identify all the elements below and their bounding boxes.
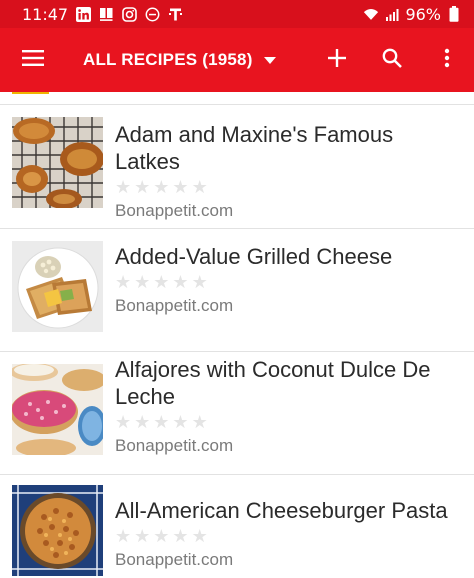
star-icon: ★ <box>153 526 170 547</box>
menu-button[interactable] <box>0 28 66 92</box>
star-icon: ★ <box>191 177 208 198</box>
recipe-thumbnail <box>12 485 103 576</box>
news-icon <box>98 6 114 22</box>
search-icon <box>382 48 402 73</box>
dnd-icon <box>144 6 160 22</box>
more-options-button[interactable] <box>419 28 474 92</box>
app-title: ALL RECIPES (1958) <box>83 50 253 69</box>
star-icon: ★ <box>115 526 132 547</box>
star-icon: ★ <box>172 177 189 198</box>
recipe-thumbnail <box>12 92 49 94</box>
signal-icon <box>384 6 400 22</box>
add-recipe-button[interactable] <box>309 28 364 92</box>
recipe-thumbnail <box>12 117 103 208</box>
instagram-icon <box>121 6 137 22</box>
battery-percent: 96% <box>405 4 441 24</box>
list-item-partial[interactable] <box>0 92 474 105</box>
recipe-source: Bonappetit.com <box>115 436 234 455</box>
add-icon <box>327 48 346 72</box>
star-icon: ★ <box>134 526 151 547</box>
recipe-title: Adam and Maxine's Famous Latkes <box>115 122 394 174</box>
star-icon: ★ <box>134 177 151 198</box>
recipe-source: Bonappetit.com <box>115 201 234 220</box>
star-icon: ★ <box>115 412 132 433</box>
linkedin-icon <box>75 6 91 22</box>
star-icon: ★ <box>191 526 208 547</box>
category-dropdown[interactable]: ALL RECIPES (1958) <box>66 50 276 70</box>
tmobile-icon <box>167 6 183 22</box>
star-icon: ★ <box>134 272 151 293</box>
dropdown-arrow-icon <box>263 56 276 64</box>
recipe-source: Bonappetit.com <box>115 296 234 315</box>
recipe-title: Added-Value Grilled Cheese <box>115 244 393 269</box>
rating-stars[interactable]: ★ ★ ★ ★ ★ <box>115 413 462 433</box>
recipe-title: All-American Cheeseburger Pasta <box>115 498 448 523</box>
star-icon: ★ <box>172 272 189 293</box>
star-icon: ★ <box>115 177 132 198</box>
recipe-item[interactable]: Alfajores with Coconut Dulce De Leche ★ ★… <box>0 352 474 475</box>
rating-stars[interactable]: ★ ★ ★ ★ ★ <box>115 273 462 293</box>
rating-stars[interactable]: ★ ★ ★ ★ ★ <box>115 527 462 547</box>
star-icon: ★ <box>153 177 170 198</box>
recipe-item[interactable]: Adam and Maxine's Famous Latkes ★ ★ ★ ★ ★ Bo… <box>0 105 474 229</box>
rating-stars[interactable]: ★ ★ ★ ★ ★ <box>115 178 462 198</box>
star-icon: ★ <box>191 272 208 293</box>
star-icon: ★ <box>172 526 189 547</box>
app-bar: ALL RECIPES (1958) <box>0 28 474 92</box>
recipe-source: Bonappetit.com <box>115 550 234 569</box>
hamburger-menu-icon <box>22 49 44 71</box>
star-icon: ★ <box>153 272 170 293</box>
star-icon: ★ <box>134 412 151 433</box>
star-icon: ★ <box>191 412 208 433</box>
more-vert-icon <box>444 48 450 73</box>
recipe-item[interactable]: Added-Value Grilled Cheese ★ ★ ★ ★ ★ Bonappe… <box>0 229 474 352</box>
recipe-thumbnail <box>12 241 103 332</box>
star-icon: ★ <box>115 272 132 293</box>
recipe-title: Alfajores with Coconut Dulce De Leche <box>115 357 431 409</box>
wifi-icon <box>363 6 379 22</box>
recipe-item[interactable]: All-American Cheeseburger Pasta ★ ★ ★ ★ ★ Bo… <box>0 475 474 578</box>
status-time: 11:47 <box>22 4 69 24</box>
recipe-list[interactable]: Adam and Maxine's Famous Latkes ★ ★ ★ ★ ★ Bo… <box>0 92 474 578</box>
status-bar: 11:47 96% <box>0 0 474 28</box>
search-button[interactable] <box>364 28 419 92</box>
recipe-thumbnail <box>12 364 103 455</box>
star-icon: ★ <box>172 412 189 433</box>
battery-icon <box>446 6 462 22</box>
star-icon: ★ <box>153 412 170 433</box>
